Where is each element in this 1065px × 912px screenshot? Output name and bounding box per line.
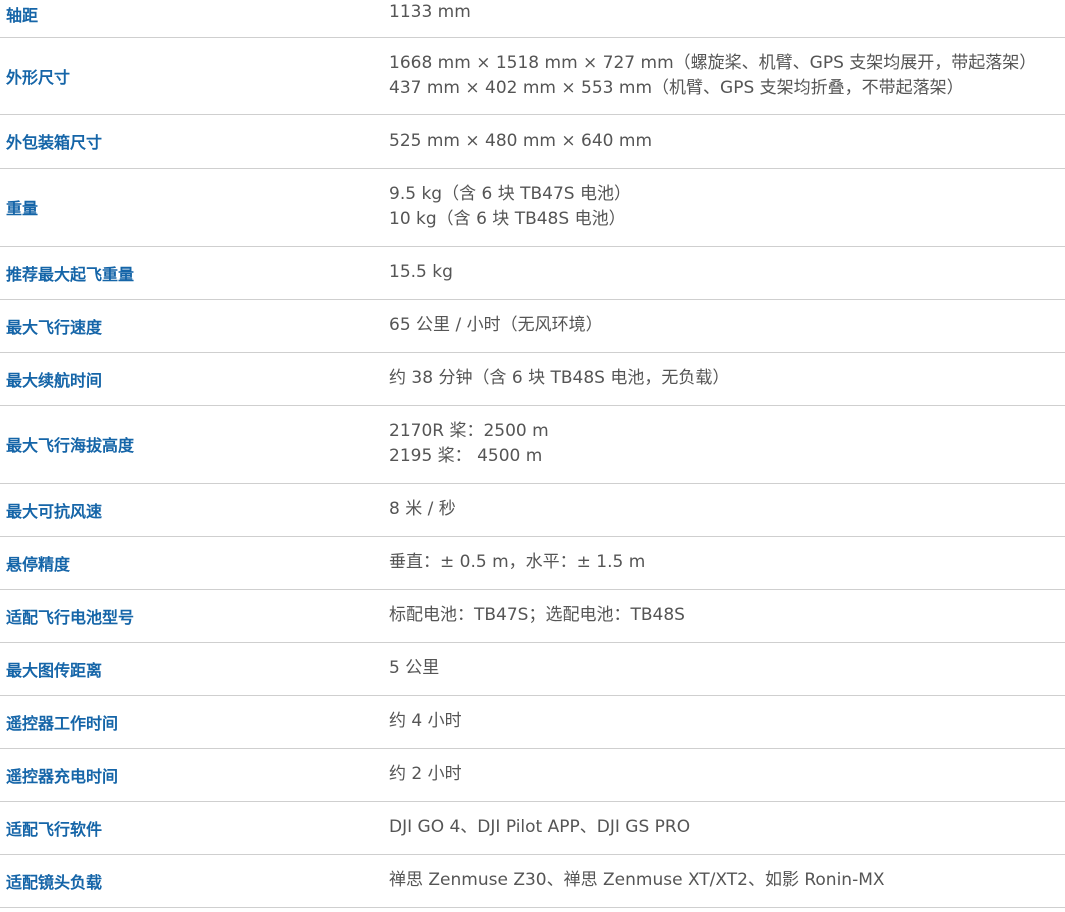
- spec-value: 禅思 Zenmuse Z30、禅思 Zenmuse XT/XT2、如影 Roni…: [389, 854, 1065, 907]
- spec-value-line: 1133 mm: [389, 2, 471, 22]
- spec-value: DJI GO 4、DJI Pilot APP、DJI GS PRO: [389, 801, 1065, 854]
- spec-row-max-flight-time: 最大续航时间 约 38 分钟（含 6 块 TB48S 电池，无负载）: [0, 352, 1065, 405]
- spec-label: 最大飞行海拔高度: [6, 436, 135, 455]
- spec-value-line: 约 2 小时: [389, 764, 462, 784]
- spec-row-weight: 重量 9.5 kg（含 6 块 TB47S 电池） 10 kg（含 6 块 TB…: [0, 168, 1065, 246]
- spec-label: 推荐最大起飞重量: [6, 264, 135, 284]
- spec-value-line: 约 38 分钟（含 6 块 TB48S 电池，无负载）: [389, 368, 730, 388]
- spec-value-line: 1668 mm × 1518 mm × 727 mm（螺旋桨、机臂、GPS 支架…: [389, 52, 1037, 73]
- spec-row-gimbal-payload: 适配镜头负载 禅思 Zenmuse Z30、禅思 Zenmuse XT/XT2、…: [0, 854, 1065, 907]
- spec-label: 外形尺寸: [6, 67, 71, 87]
- spec-value: 15.5 kg: [389, 246, 1065, 299]
- spec-label: 最大图传距离: [6, 660, 103, 680]
- spec-row-battery-model: 适配飞行电池型号 标配电池：TB47S；选配电池：TB48S: [0, 589, 1065, 642]
- spec-value: 约 38 分钟（含 6 块 TB48S 电池，无负载）: [389, 352, 1065, 405]
- spec-value: 65 公里 / 小时（无风环境）: [389, 299, 1065, 352]
- spec-label: 适配飞行电池型号: [6, 607, 135, 627]
- spec-label: 外包装箱尺寸: [6, 133, 103, 152]
- spec-value-line: 437 mm × 402 mm × 553 mm（机臂、GPS 支架均折叠，不带…: [389, 77, 964, 98]
- spec-row-max-takeoff-weight: 推荐最大起飞重量 15.5 kg: [0, 246, 1065, 299]
- spec-row-package-size: 外包装箱尺寸 525 mm × 480 mm × 640 mm: [0, 114, 1065, 168]
- spec-row-max-speed: 最大飞行速度 65 公里 / 小时（无风环境）: [0, 299, 1065, 352]
- spec-row-max-wind-resistance: 最大可抗风速 8 米 / 秒: [0, 483, 1065, 536]
- spec-value-line: 10 kg（含 6 块 TB48S 电池）: [389, 209, 626, 229]
- spec-value-line: 标配电池：TB47S；选配电池：TB48S: [389, 605, 685, 625]
- spec-label: 轴距: [6, 6, 39, 25]
- spec-value: 标配电池：TB47S；选配电池：TB48S: [389, 589, 1065, 642]
- spec-value-line: 约 4 小时: [389, 711, 462, 731]
- spec-value-line: DJI GO 4、DJI Pilot APP、DJI GS PRO: [389, 817, 691, 837]
- spec-value: 525 mm × 480 mm × 640 mm: [389, 114, 1065, 168]
- spec-label: 悬停精度: [6, 554, 71, 574]
- spec-table: 轴距 1133 mm 外形尺寸 1668 mm × 1518 mm × 727 …: [0, 0, 1065, 908]
- spec-value: 5 公里: [389, 642, 1065, 695]
- spec-table-body: 轴距 1133 mm 外形尺寸 1668 mm × 1518 mm × 727 …: [0, 0, 1065, 907]
- spec-label: 重量: [6, 199, 39, 218]
- spec-value: 1668 mm × 1518 mm × 727 mm（螺旋桨、机臂、GPS 支架…: [389, 37, 1065, 114]
- spec-value-line: 65 公里 / 小时（无风环境）: [389, 315, 603, 335]
- spec-value: 1133 mm: [389, 0, 1065, 37]
- spec-row-transmission-range: 最大图传距离 5 公里: [0, 642, 1065, 695]
- spec-row-rc-charging-time: 遥控器充电时间 约 2 小时: [0, 748, 1065, 801]
- spec-value: 2170R 桨：2500 m 2195 桨： 4500 m: [389, 405, 1065, 483]
- spec-value: 约 2 小时: [389, 748, 1065, 801]
- spec-value: 垂直：± 0.5 m，水平：± 1.5 m: [389, 536, 1065, 589]
- spec-label: 适配镜头负载: [6, 872, 103, 892]
- spec-row-flight-software: 适配飞行软件 DJI GO 4、DJI Pilot APP、DJI GS PRO: [0, 801, 1065, 854]
- spec-value: 9.5 kg（含 6 块 TB47S 电池） 10 kg（含 6 块 TB48S…: [389, 168, 1065, 246]
- spec-label: 遥控器充电时间: [6, 766, 119, 786]
- spec-value-line: 禅思 Zenmuse Z30、禅思 Zenmuse XT/XT2、如影 Roni…: [389, 870, 885, 890]
- spec-value-line: 垂直：± 0.5 m，水平：± 1.5 m: [389, 552, 646, 572]
- spec-row-wheelbase: 轴距 1133 mm: [0, 0, 1065, 37]
- spec-value-line: 2170R 桨：2500 m: [389, 421, 549, 441]
- spec-row-dimensions: 外形尺寸 1668 mm × 1518 mm × 727 mm（螺旋桨、机臂、G…: [0, 37, 1065, 114]
- spec-row-max-altitude: 最大飞行海拔高度 2170R 桨：2500 m 2195 桨： 4500 m: [0, 405, 1065, 483]
- spec-value-line: 2195 桨： 4500 m: [389, 446, 543, 466]
- spec-value-line: 5 公里: [389, 658, 440, 678]
- spec-row-rc-operating-time: 遥控器工作时间 约 4 小时: [0, 695, 1065, 748]
- spec-label: 遥控器工作时间: [6, 713, 119, 733]
- spec-value-line: 9.5 kg（含 6 块 TB47S 电池）: [389, 184, 631, 204]
- spec-label: 最大飞行速度: [6, 317, 103, 337]
- spec-label: 最大续航时间: [6, 370, 103, 390]
- spec-label: 最大可抗风速: [6, 501, 103, 521]
- spec-value-line: 525 mm × 480 mm × 640 mm: [389, 130, 653, 151]
- spec-value: 8 米 / 秒: [389, 483, 1065, 536]
- spec-value-line: 8 米 / 秒: [389, 499, 456, 519]
- spec-value: 约 4 小时: [389, 695, 1065, 748]
- spec-row-hover-accuracy: 悬停精度 垂直：± 0.5 m，水平：± 1.5 m: [0, 536, 1065, 589]
- spec-label: 适配飞行软件: [6, 819, 103, 839]
- spec-value-line: 15.5 kg: [389, 262, 453, 282]
